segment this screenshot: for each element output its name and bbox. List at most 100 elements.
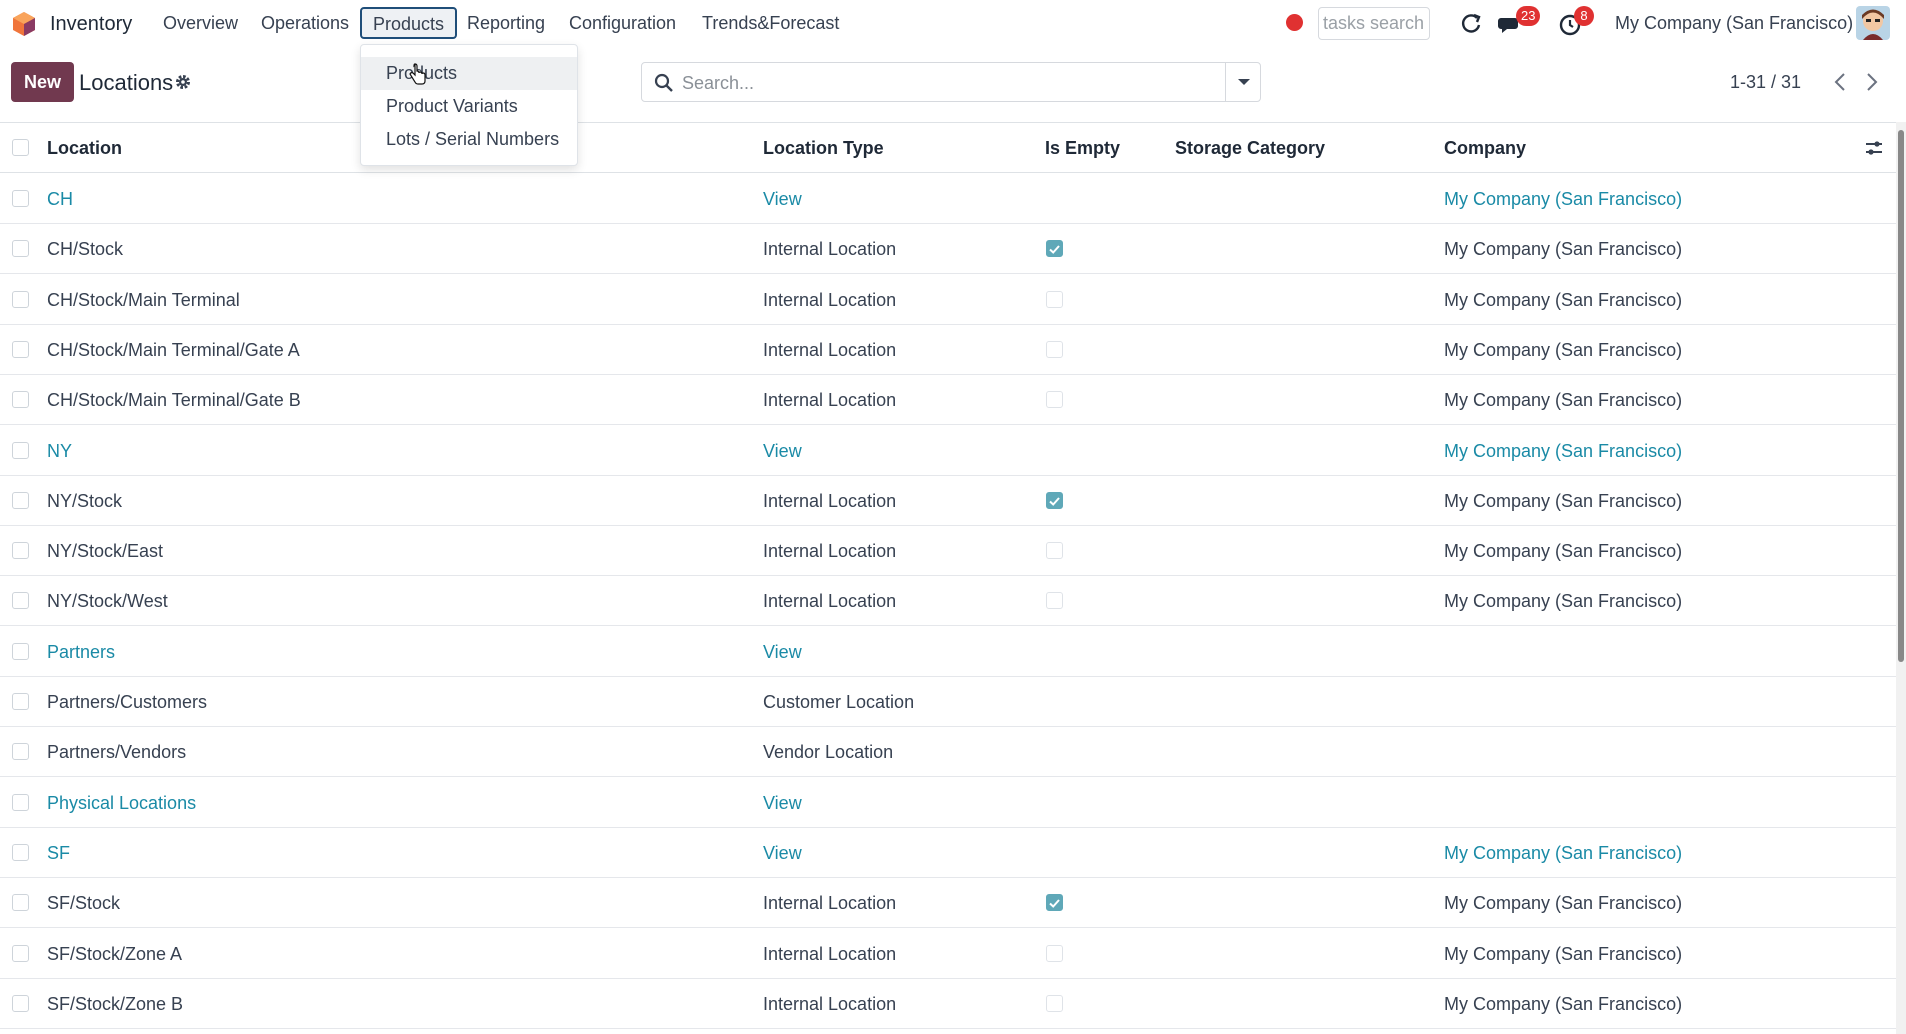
- pager-previous-button[interactable]: [1822, 64, 1858, 100]
- refresh-icon[interactable]: [1457, 10, 1485, 38]
- search-box: [641, 62, 1261, 102]
- pager-value[interactable]: 1-31 / 31: [1730, 72, 1801, 93]
- table-row[interactable]: CH/Stock/Main Terminal/Gate B Internal Lo…: [0, 375, 1896, 426]
- cell-location-type[interactable]: View: [763, 441, 802, 462]
- row-select-checkbox[interactable]: [12, 190, 29, 207]
- table-row[interactable]: CH/Stock/Main Terminal/Gate A Internal Lo…: [0, 325, 1896, 375]
- cell-location[interactable]: NY/Stock/East: [47, 541, 163, 562]
- menu-reporting[interactable]: Reporting: [467, 13, 545, 34]
- new-button[interactable]: New: [11, 62, 74, 102]
- inventory-app-icon[interactable]: [11, 11, 37, 37]
- cell-location[interactable]: CH: [47, 189, 73, 210]
- app-name[interactable]: Inventory: [50, 13, 132, 36]
- pager-next-button[interactable]: [1854, 64, 1890, 100]
- table-row[interactable]: Physical Locations View: [0, 778, 1896, 828]
- gear-icon[interactable]: [174, 73, 192, 91]
- table-row[interactable]: SF/Stock/Zone A Internal Location My Compa…: [0, 929, 1896, 979]
- cell-location-type: Internal Location: [763, 541, 897, 562]
- company-switcher[interactable]: My Company (San Francisco): [1615, 13, 1853, 34]
- cell-location-type[interactable]: View: [763, 189, 802, 210]
- column-header-location-type[interactable]: Location Type: [763, 138, 884, 159]
- cell-location-type[interactable]: View: [763, 642, 802, 663]
- cell-company[interactable]: My Company (San Francisco): [1444, 843, 1682, 864]
- table-row[interactable]: NY View My Company (San Francisco): [0, 426, 1896, 476]
- row-select-checkbox[interactable]: [12, 894, 29, 912]
- cell-company: My Company (San Francisco): [1444, 239, 1683, 260]
- cell-location[interactable]: NY/Stock/West: [47, 591, 168, 612]
- row-select-checkbox[interactable]: [12, 340, 29, 358]
- menu-overview[interactable]: Overview: [163, 13, 238, 34]
- cell-location[interactable]: Partners: [47, 642, 115, 663]
- cell-location[interactable]: CH/Stock/Main Terminal/Gate B: [47, 390, 301, 411]
- table-row[interactable]: Partners/Customers Customer Location: [0, 677, 1896, 727]
- select-all-checkbox[interactable]: [12, 139, 29, 156]
- cell-location[interactable]: Partners/Vendors: [47, 742, 186, 763]
- table-row[interactable]: CH View My Company (San Francisco): [0, 174, 1896, 224]
- row-select-checkbox[interactable]: [12, 793, 29, 811]
- menu-operations[interactable]: Operations: [261, 13, 349, 34]
- row-select-checkbox[interactable]: [12, 491, 29, 509]
- menu-configuration[interactable]: Configuration: [569, 13, 676, 34]
- row-select-checkbox[interactable]: [12, 743, 29, 761]
- user-avatar[interactable]: [1856, 6, 1890, 40]
- dropdown-item-products[interactable]: Products: [361, 57, 577, 90]
- cell-location[interactable]: SF/Stock/Zone B: [47, 994, 183, 1015]
- cell-location[interactable]: SF/Stock/Zone A: [47, 944, 182, 965]
- row-select-checkbox[interactable]: [12, 642, 29, 660]
- cell-location[interactable]: NY/Stock: [47, 491, 122, 512]
- row-select-checkbox[interactable]: [12, 693, 29, 710]
- column-header-company[interactable]: Company: [1444, 138, 1526, 159]
- cell-location[interactable]: NY: [47, 441, 72, 462]
- column-header-is-empty[interactable]: Is Empty: [1045, 138, 1120, 159]
- is-empty-checkbox: [1046, 994, 1063, 1012]
- search-input[interactable]: [682, 69, 1242, 97]
- cell-location[interactable]: CH/Stock: [47, 239, 123, 260]
- cell-location-type: Internal Location: [763, 943, 897, 964]
- table-header: Location Location Type Is Empty Storage …: [0, 123, 1896, 173]
- cell-company[interactable]: My Company (San Francisco): [1444, 441, 1682, 462]
- search-options-toggle[interactable]: [1225, 62, 1261, 102]
- tasks-search-input[interactable]: [1318, 7, 1430, 40]
- scrollbar-thumb[interactable]: [1898, 130, 1904, 662]
- chevron-right-icon: [1867, 73, 1878, 91]
- table-row[interactable]: SF View My Company (San Francisco): [0, 828, 1896, 878]
- row-select-checkbox[interactable]: [12, 592, 29, 610]
- recording-icon[interactable]: [1286, 14, 1303, 31]
- row-select-checkbox[interactable]: [12, 994, 29, 1012]
- table-row[interactable]: NY/Stock Internal Location My Company (San…: [0, 476, 1896, 526]
- table-row[interactable]: NY/Stock/West Internal Location My Company…: [0, 576, 1896, 627]
- row-select-checkbox[interactable]: [12, 843, 29, 861]
- is-empty-checked-checkbox: [1046, 894, 1063, 912]
- cell-location[interactable]: SF/Stock: [47, 893, 120, 914]
- column-settings-icon[interactable]: [1863, 137, 1885, 159]
- cell-location[interactable]: Physical Locations: [47, 793, 196, 814]
- row-select-checkbox[interactable]: [12, 441, 29, 459]
- row-select-checkbox[interactable]: [12, 391, 29, 409]
- table-row[interactable]: Partners/Vendors Vendor Location: [0, 727, 1896, 778]
- menu-trends-forecast[interactable]: Trends&Forecast: [702, 13, 839, 34]
- row-select-checkbox[interactable]: [12, 542, 29, 560]
- cell-location-type[interactable]: View: [763, 843, 802, 864]
- cell-location[interactable]: Partners/Customers: [47, 692, 207, 713]
- table-row[interactable]: SF/Stock Internal Location My Company (San…: [0, 878, 1896, 929]
- table-row[interactable]: Partners View: [0, 627, 1896, 677]
- row-select-checkbox[interactable]: [12, 944, 29, 962]
- row-select-checkbox[interactable]: [12, 240, 29, 258]
- column-header-location[interactable]: Location: [47, 138, 122, 159]
- cell-location[interactable]: CH/Stock/Main Terminal/Gate A: [47, 340, 300, 361]
- row-select-checkbox[interactable]: [12, 290, 29, 308]
- cell-location[interactable]: CH/Stock/Main Terminal: [47, 290, 240, 311]
- dropdown-item-product-variants[interactable]: Product Variants: [361, 90, 577, 123]
- table-row[interactable]: NY/Stock/East Internal Location My Company…: [0, 526, 1896, 577]
- dropdown-item-lots-serial-numbers[interactable]: Lots / Serial Numbers: [361, 123, 577, 156]
- column-header-storage-category[interactable]: Storage Category: [1175, 138, 1325, 159]
- cell-company: My Company (San Francisco): [1444, 541, 1683, 562]
- cell-location[interactable]: SF: [47, 843, 70, 864]
- cell-location-type[interactable]: View: [763, 793, 802, 814]
- cell-location-type: Internal Location: [763, 591, 897, 612]
- menu-products[interactable]: Products: [360, 7, 458, 39]
- table-row[interactable]: CH/Stock/Main Terminal Internal Location M…: [0, 275, 1896, 325]
- cell-company[interactable]: My Company (San Francisco): [1444, 189, 1682, 210]
- table-row[interactable]: CH/Stock Internal Location My Company (San…: [0, 224, 1896, 275]
- table-row[interactable]: SF/Stock/Zone B Internal Location My Compa…: [0, 979, 1896, 1029]
